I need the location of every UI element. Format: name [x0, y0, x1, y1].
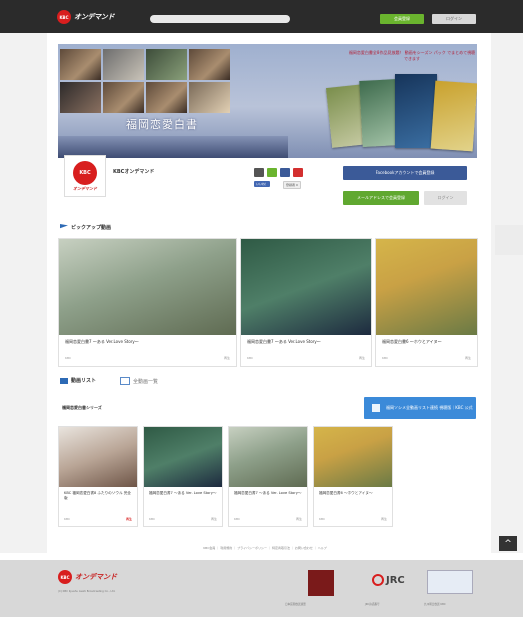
footer-logo-text: オンデマンド	[75, 573, 117, 581]
site-logo[interactable]: KBC オンデマンド	[57, 10, 115, 24]
pickup-card-title[interactable]: 福岡恋愛白書7 ～ある Ver.Love Story～	[247, 339, 367, 345]
series-card-3[interactable]: 福岡恋愛白書7 ～ある Ver. Love Story～ KBC 再生	[228, 426, 308, 527]
pickup-thumbnail-2[interactable]	[241, 239, 371, 335]
series-card-title[interactable]: 福岡恋愛白書6 ～ホウとアイヌ～	[319, 491, 388, 496]
like-button[interactable]: いいね！	[254, 181, 271, 187]
logo-mark: KBC	[57, 10, 71, 24]
channel-avatar-mark: KBC	[73, 160, 97, 185]
search-input[interactable]	[150, 15, 290, 23]
series-card-views: 再生	[295, 517, 302, 521]
subscriber-count: 登録者 0	[283, 181, 301, 189]
pickup-thumbnail-1[interactable]	[59, 239, 236, 335]
series-thumbnail-4[interactable]	[314, 427, 392, 487]
login-button[interactable]: ログイン	[432, 14, 476, 24]
tab-all-videos-label: 全動画一覧	[133, 378, 159, 385]
series-card-1[interactable]: KBC 福岡恋愛白書8 ふたりのソウル 完全版 KBC 再生	[58, 426, 138, 527]
footer-caption-1: 日本民間放送連盟	[285, 603, 306, 606]
list-icon	[60, 377, 68, 384]
banner-title: 福岡恋愛白書	[126, 118, 198, 131]
pickup-card-views: 再生	[358, 356, 365, 360]
pickup-card-meta: KBC	[382, 356, 389, 360]
line-share-icon[interactable]	[267, 168, 277, 177]
series-card-title[interactable]: 福岡恋愛白書7 ～ある Ver. Love Story～	[149, 491, 218, 496]
facebook-share-icon[interactable]	[280, 168, 290, 177]
pickup-card-2[interactable]: 福岡恋愛白書7 ～ある Ver.Love Story～ KBC 再生	[240, 238, 372, 367]
play-all-series-button[interactable]: 福岡ソシメ全動画リスト連続 視聴版｜KBC 公式	[364, 397, 476, 419]
register-button[interactable]: 会員登録	[380, 14, 424, 24]
series-thumbnail-2[interactable]	[144, 427, 222, 487]
series-card-views: 再生	[210, 517, 217, 521]
channel-name: KBCオンデマンド	[113, 169, 155, 175]
footer-caption-3: 九州朝日放送 KBC	[424, 603, 446, 606]
email-register-button[interactable]: メールアドレスで会員登録	[343, 191, 419, 205]
folder-icon	[120, 377, 130, 385]
series-card-meta: KBC	[319, 517, 326, 521]
footer-logo-mark: KBC	[58, 570, 72, 584]
play-all-series-label: 福岡ソシメ全動画リスト連続 視聴版｜KBC 公式	[386, 405, 473, 410]
channel-banner: 福岡恋愛白書 福岡恋愛白書全8作品見放題！ 動画をシーズン パック でまとめて視…	[58, 44, 477, 158]
footer-links[interactable]: KBC会員 ｜ 利用規約 ｜ プライバシーポリシー ｜ 特定商取引法 ｜ お問い…	[150, 546, 380, 550]
banner-caption: 福岡恋愛白書全8作品見放題！ 動画をシーズン パック でまとめて視聴できます	[348, 50, 476, 61]
broadcast-association-mark	[308, 570, 334, 596]
pickup-card-views: 再生	[464, 356, 471, 360]
guest-login-button[interactable]: ログイン	[424, 191, 467, 205]
youtube-share-icon[interactable]	[293, 168, 303, 177]
pickup-card-meta: KBC	[247, 356, 254, 360]
back-to-top-button[interactable]: ^	[499, 536, 517, 551]
series-card-views: 再生	[125, 517, 132, 521]
banner-posters	[321, 70, 477, 158]
pickup-section-title: ピックアップ動画	[60, 224, 111, 231]
kbc-certification-mark	[427, 570, 473, 594]
tab-video-list[interactable]: 動画リスト	[60, 377, 96, 384]
pickup-card-views: 再生	[223, 356, 230, 360]
series-card-4[interactable]: 福岡恋愛白書6 ～ホウとアイヌ～ KBC 再生	[313, 426, 393, 527]
top-navigation-bar: KBC オンデマンド 会員登録 ログイン	[0, 0, 523, 33]
pickup-title-text: ピックアップ動画	[71, 225, 112, 231]
banner-photo-collage	[60, 49, 230, 113]
flag-icon	[60, 224, 68, 229]
tab-video-list-label: 動画リスト	[71, 378, 97, 384]
footer-logo[interactable]: KBC オンデマンド	[58, 570, 117, 584]
facebook-register-button[interactable]: Facebookアカウントで会員登録	[343, 166, 467, 180]
footer-copyright: (C) KBC Kyushu Asahi Broadcasting Co., L…	[58, 590, 116, 593]
jrc-mark: JRC	[372, 574, 405, 586]
series-card-2[interactable]: 福岡恋愛白書7 ～ある Ver. Love Story～ KBC 再生	[143, 426, 223, 527]
jrc-label: JRC	[386, 574, 405, 586]
channel-avatar-text: オンデマンド	[73, 185, 97, 191]
tab-all-videos[interactable]: 全動画一覧	[120, 377, 158, 385]
playlist-icon	[372, 404, 380, 412]
series-section-title: 福岡恋愛白書シリーズ	[62, 405, 102, 410]
footer-caption-2: JRC許諾番号	[365, 603, 380, 606]
series-card-title[interactable]: KBC 福岡恋愛白書8 ふたりのソウル 完全版	[64, 491, 133, 501]
pickup-card-title[interactable]: 福岡恋愛白書6 ～ホウとアイヌ～	[382, 339, 473, 345]
side-scroll-tab[interactable]	[495, 225, 523, 255]
pickup-card-meta: KBC	[65, 356, 72, 360]
pickup-card-title[interactable]: 福岡恋愛白書7 ～ある Ver.Love Story～	[65, 339, 232, 345]
series-card-title[interactable]: 福岡恋愛白書7 ～ある Ver. Love Story～	[234, 491, 303, 496]
series-card-meta: KBC	[149, 517, 156, 521]
pickup-card-3[interactable]: 福岡恋愛白書6 ～ホウとアイヌ～ KBC 再生	[375, 238, 478, 367]
series-thumbnail-1[interactable]	[59, 427, 137, 487]
channel-avatar: KBC オンデマンド	[64, 155, 106, 197]
series-card-meta: KBC	[234, 517, 241, 521]
logo-text: オンデマンド	[74, 13, 115, 21]
series-card-views: 再生	[380, 517, 387, 521]
pickup-card-1[interactable]: 福岡恋愛白書7 ～ある Ver.Love Story～ KBC 再生	[58, 238, 237, 367]
series-card-meta: KBC	[64, 517, 71, 521]
series-thumbnail-3[interactable]	[229, 427, 307, 487]
pickup-thumbnail-3[interactable]	[376, 239, 477, 335]
mail-share-icon[interactable]	[254, 168, 264, 177]
